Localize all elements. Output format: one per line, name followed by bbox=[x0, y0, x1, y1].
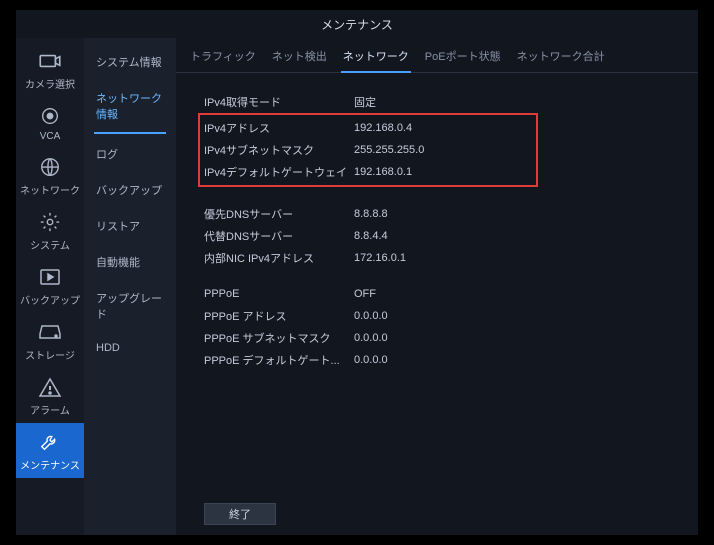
sidebar-item-vca[interactable]: VCA bbox=[16, 97, 84, 148]
row-pppoe: PPPoE OFF bbox=[204, 283, 698, 305]
value: 0.0.0.0 bbox=[354, 310, 388, 322]
subnav-item-auto[interactable]: 自動機能 bbox=[84, 244, 176, 280]
sidebar: カメラ選択 VCA ネットワーク bbox=[16, 38, 84, 535]
row-ipv4-address: IPv4アドレス 192.168.0.4 bbox=[204, 117, 532, 139]
exit-button[interactable]: 終了 bbox=[204, 503, 276, 525]
subnav-item-sysinfo[interactable]: システム情報 bbox=[84, 44, 176, 80]
subnav-active-underline bbox=[94, 132, 166, 134]
subnav-label: 自動機能 bbox=[96, 257, 140, 269]
sidebar-label: カメラ選択 bbox=[25, 76, 75, 91]
label: IPv4デフォルトゲートウェイ bbox=[204, 164, 354, 180]
globe-icon bbox=[37, 156, 63, 178]
tab-label: トラフィック bbox=[190, 51, 256, 63]
label: IPv4取得モード bbox=[204, 94, 354, 110]
subnav-item-log[interactable]: ログ bbox=[84, 136, 176, 172]
subnav-label: HDD bbox=[96, 342, 120, 354]
tab-nettotal[interactable]: ネットワーク合計 bbox=[515, 44, 607, 72]
play-rect-icon bbox=[37, 266, 63, 288]
label: 優先DNSサーバー bbox=[204, 206, 354, 222]
row-pppoe-addr: PPPoE アドレス 0.0.0.0 bbox=[204, 305, 698, 327]
target-icon bbox=[37, 105, 63, 127]
sidebar-item-system[interactable]: システム bbox=[16, 203, 84, 258]
sidebar-item-network[interactable]: ネットワーク bbox=[16, 148, 84, 203]
tab-label: ネットワーク bbox=[343, 51, 409, 63]
sidebar-label: アラーム bbox=[30, 402, 70, 417]
titlebar: メンテナンス bbox=[16, 10, 698, 38]
value: 8.8.8.8 bbox=[354, 208, 388, 220]
row-pppoe-mask: PPPoE サブネットマスク 0.0.0.0 bbox=[204, 327, 698, 349]
label: IPv4サブネットマスク bbox=[204, 142, 354, 158]
row-ipv4-mask: IPv4サブネットマスク 255.255.255.0 bbox=[204, 139, 532, 161]
subnav: システム情報 ネットワーク情報 ログ バックアップ リストア 自動機能 アップグ… bbox=[84, 38, 176, 535]
row-nic-ip: 内部NIC IPv4アドレス 172.16.0.1 bbox=[204, 247, 698, 269]
sidebar-item-backup[interactable]: バックアップ bbox=[16, 258, 84, 313]
subnav-label: ネットワーク情報 bbox=[96, 93, 162, 121]
tab-traffic[interactable]: トラフィック bbox=[188, 44, 258, 72]
content: IPv4取得モード 固定 IPv4アドレス 192.168.0.4 IPv4サブ… bbox=[176, 73, 698, 495]
sidebar-item-maintenance[interactable]: メンテナンス bbox=[16, 423, 84, 478]
tab-label: ネット検出 bbox=[272, 51, 327, 63]
value: 172.16.0.1 bbox=[354, 252, 406, 264]
app-outer: メンテナンス カメラ選択 VCA bbox=[0, 0, 714, 545]
button-label: 終了 bbox=[229, 506, 251, 522]
hdd-icon bbox=[37, 321, 63, 343]
wrench-icon bbox=[37, 431, 63, 453]
label: PPPoE アドレス bbox=[204, 308, 354, 324]
subnav-item-upgrade[interactable]: アップグレード bbox=[84, 280, 176, 332]
window-title: メンテナンス bbox=[321, 16, 393, 33]
tab-label: PoEポート状態 bbox=[425, 51, 501, 63]
row-dns2: 代替DNSサーバー 8.8.4.4 bbox=[204, 225, 698, 247]
value: 8.8.4.4 bbox=[354, 230, 388, 242]
gear-icon bbox=[37, 211, 63, 233]
row-dns1: 優先DNSサーバー 8.8.8.8 bbox=[204, 203, 698, 225]
value: 0.0.0.0 bbox=[354, 354, 388, 366]
subnav-item-hdd[interactable]: HDD bbox=[84, 332, 176, 364]
sidebar-label: ストレージ bbox=[25, 347, 75, 362]
subnav-label: システム情報 bbox=[96, 57, 162, 69]
sidebar-label: バックアップ bbox=[20, 292, 80, 307]
highlight-box: IPv4アドレス 192.168.0.4 IPv4サブネットマスク 255.25… bbox=[198, 113, 538, 187]
main-panel: トラフィック ネット検出 ネットワーク PoEポート状態 ネットワーク合計 IP… bbox=[176, 38, 698, 535]
tab-label: ネットワーク合計 bbox=[517, 51, 605, 63]
sidebar-label: システム bbox=[30, 237, 70, 252]
subnav-label: ログ bbox=[96, 149, 118, 161]
row-pppoe-gw: PPPoE デフォルトゲート... 0.0.0.0 bbox=[204, 349, 698, 371]
sidebar-label: ネットワーク bbox=[20, 182, 80, 197]
label: 代替DNSサーバー bbox=[204, 228, 354, 244]
value: 192.168.0.4 bbox=[354, 122, 412, 134]
body: カメラ選択 VCA ネットワーク bbox=[16, 38, 698, 535]
tab-network[interactable]: ネットワーク bbox=[341, 44, 411, 72]
camera-icon bbox=[37, 50, 63, 72]
sidebar-item-storage[interactable]: ストレージ bbox=[16, 313, 84, 368]
sidebar-label: メンテナンス bbox=[20, 457, 80, 472]
subnav-item-netinfo[interactable]: ネットワーク情報 bbox=[84, 80, 176, 132]
label: 内部NIC IPv4アドレス bbox=[204, 250, 354, 266]
sidebar-label: VCA bbox=[40, 131, 61, 142]
tab-netdetect[interactable]: ネット検出 bbox=[270, 44, 329, 72]
value: 0.0.0.0 bbox=[354, 332, 388, 344]
sidebar-item-camera[interactable]: カメラ選択 bbox=[16, 42, 84, 97]
label: PPPoE デフォルトゲート... bbox=[204, 352, 354, 368]
footer: 終了 bbox=[176, 495, 698, 535]
value: 固定 bbox=[354, 94, 376, 110]
value: 255.255.255.0 bbox=[354, 144, 424, 156]
tabs: トラフィック ネット検出 ネットワーク PoEポート状態 ネットワーク合計 bbox=[176, 38, 698, 73]
label: PPPoE bbox=[204, 288, 354, 300]
value: 192.168.0.1 bbox=[354, 166, 412, 178]
tab-poe[interactable]: PoEポート状態 bbox=[423, 44, 503, 72]
label: IPv4アドレス bbox=[204, 120, 354, 136]
subnav-item-backup[interactable]: バックアップ bbox=[84, 172, 176, 208]
value: OFF bbox=[354, 288, 376, 300]
subnav-item-restore[interactable]: リストア bbox=[84, 208, 176, 244]
row-ipv4-gateway: IPv4デフォルトゲートウェイ 192.168.0.1 bbox=[204, 161, 532, 183]
subnav-label: バックアップ bbox=[96, 185, 162, 197]
row-ipv4-mode: IPv4取得モード 固定 bbox=[204, 91, 698, 113]
subnav-label: リストア bbox=[96, 221, 140, 233]
app-window: メンテナンス カメラ選択 VCA bbox=[16, 10, 698, 535]
subnav-label: アップグレード bbox=[96, 293, 162, 321]
sidebar-item-alarm[interactable]: アラーム bbox=[16, 368, 84, 423]
warning-icon bbox=[37, 376, 63, 398]
label: PPPoE サブネットマスク bbox=[204, 330, 354, 346]
